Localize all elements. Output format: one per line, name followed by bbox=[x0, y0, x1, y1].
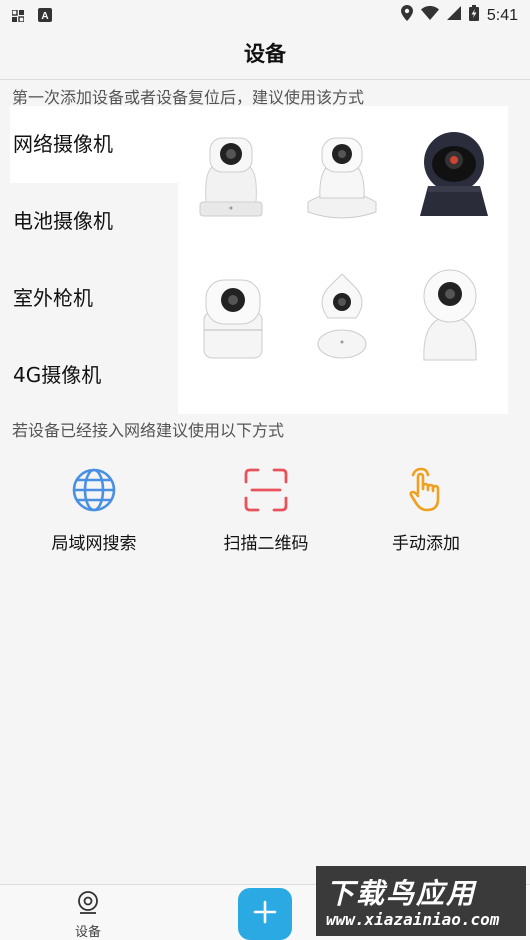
camera-model-1[interactable] bbox=[194, 130, 268, 224]
networked-device-hint: 若设备已经接入网络建议使用以下方式 bbox=[12, 421, 285, 440]
svg-text:A: A bbox=[41, 11, 48, 22]
notification-grid-icon bbox=[11, 7, 25, 26]
device-type-outdoor-camera[interactable]: 室外枪机 bbox=[10, 260, 178, 337]
status-time: 5:41 bbox=[486, 6, 518, 24]
location-icon bbox=[400, 5, 413, 26]
lan-search-button[interactable]: 局域网搜索 bbox=[14, 465, 174, 554]
add-method-actions: 局域网搜索 扫描二维码 手动添加 bbox=[0, 465, 530, 565]
signal-icon bbox=[446, 6, 461, 25]
watermark: 下载鸟应用 www.xiazainiao.com bbox=[316, 866, 526, 936]
notification-a-icon: A bbox=[38, 7, 52, 26]
camera-eye-icon bbox=[66, 891, 110, 919]
scan-qr-icon bbox=[186, 465, 346, 515]
app-header: 设备 bbox=[0, 30, 530, 80]
battery-charging-icon bbox=[468, 5, 479, 26]
camera-model-3[interactable] bbox=[414, 130, 494, 226]
device-type-list: 网络摄像机 电池摄像机 室外枪机 4G摄像机 bbox=[10, 106, 178, 414]
nav-tab-device-label: 设备 bbox=[74, 925, 101, 940]
device-type-battery-camera[interactable]: 电池摄像机 bbox=[10, 183, 178, 260]
device-type-4g-camera[interactable]: 4G摄像机 bbox=[10, 337, 178, 414]
add-device-fab[interactable] bbox=[238, 888, 292, 940]
globe-icon bbox=[14, 465, 174, 515]
camera-model-4[interactable] bbox=[198, 272, 268, 366]
camera-model-grid bbox=[178, 106, 508, 414]
first-time-hint: 第一次添加设备或者设备复位后，建议使用该方式 bbox=[12, 88, 365, 107]
status-bar: A 5:41 bbox=[0, 0, 530, 30]
manual-add-button[interactable]: 手动添加 bbox=[346, 465, 506, 554]
device-type-network-camera[interactable]: 网络摄像机 bbox=[10, 106, 178, 183]
plus-icon bbox=[253, 900, 277, 928]
scan-qr-button[interactable]: 扫描二维码 bbox=[186, 465, 346, 554]
page-title: 设备 bbox=[244, 42, 286, 66]
watermark-title: 下载鸟应用 bbox=[326, 877, 477, 910]
scan-qr-label: 扫描二维码 bbox=[223, 534, 309, 554]
hand-pointer-icon bbox=[346, 465, 506, 515]
camera-model-2[interactable] bbox=[302, 132, 382, 226]
camera-model-5[interactable] bbox=[312, 272, 372, 366]
nav-tab-device[interactable]: 设备 bbox=[66, 891, 110, 940]
camera-model-6[interactable] bbox=[418, 268, 482, 368]
wifi-icon bbox=[420, 6, 439, 25]
watermark-url: www.xiazainiao.com bbox=[326, 910, 500, 929]
lan-search-label: 局域网搜索 bbox=[51, 534, 137, 554]
manual-add-label: 手动添加 bbox=[392, 534, 460, 554]
